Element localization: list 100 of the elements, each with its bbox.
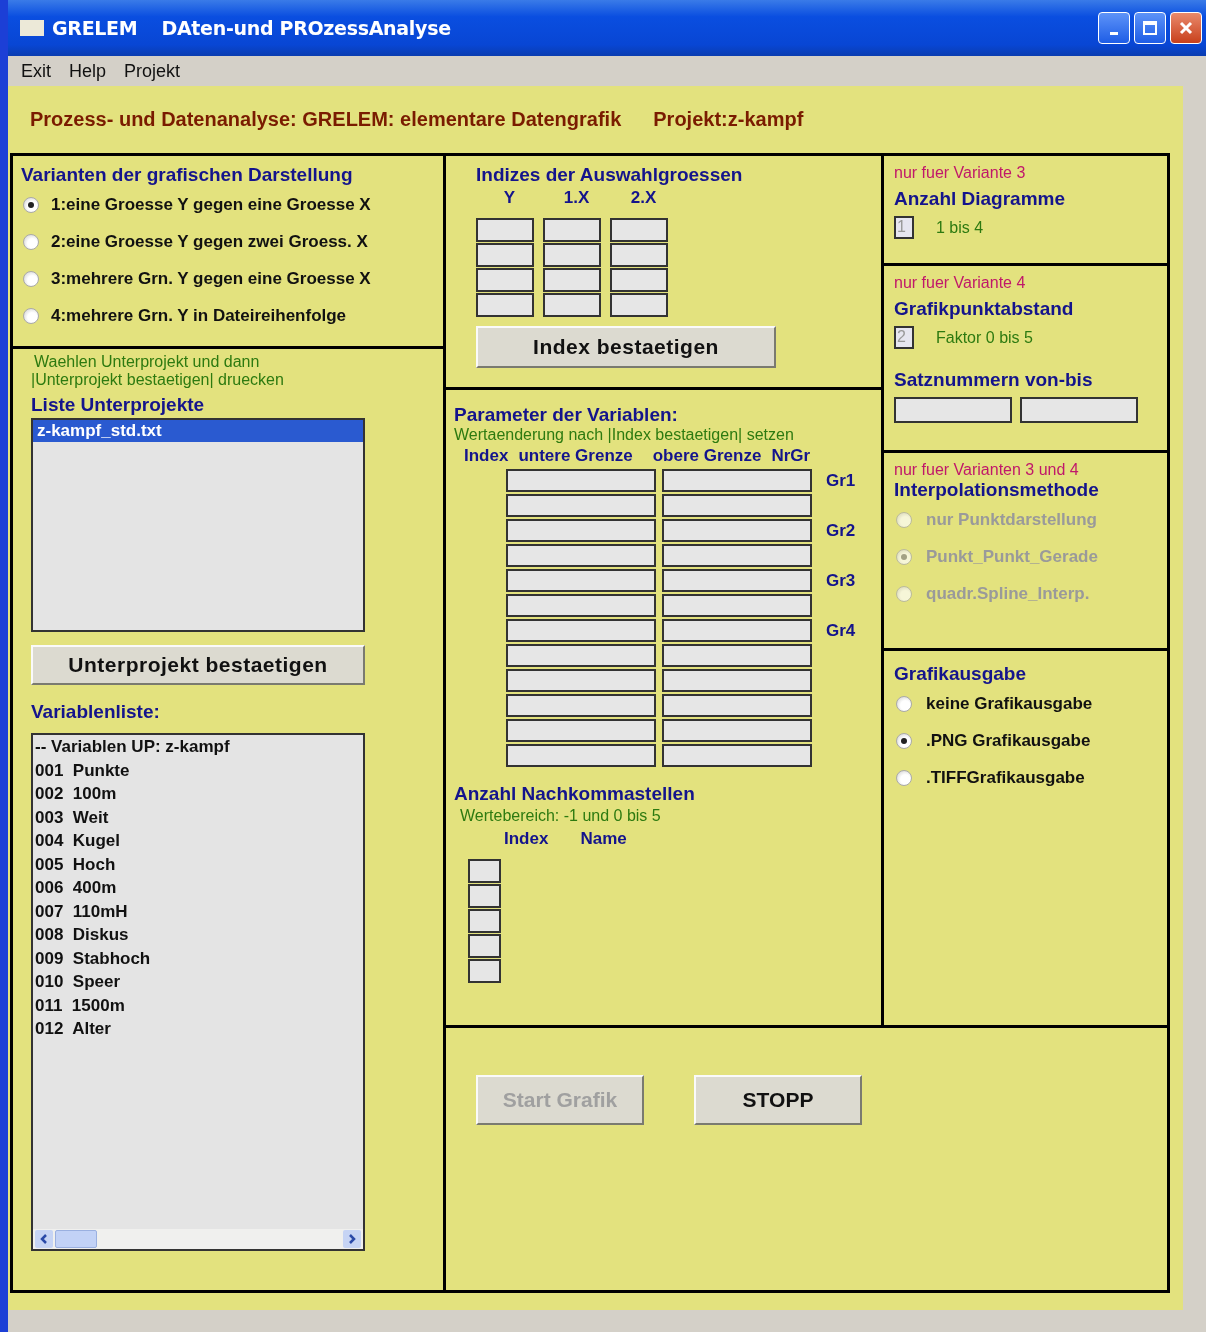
section-title: Satznummern von-bis [894,369,1094,391]
note-text: nur fuer Varianten 3 und 4 [894,461,1080,479]
list-item[interactable]: 007 110mH [35,901,361,925]
index-field[interactable] [543,243,601,267]
upper-limit-field[interactable] [662,469,812,492]
record-from-field[interactable] [894,397,1012,423]
list-item[interactable]: 011 1500m [35,995,361,1019]
upper-limit-field[interactable] [662,694,812,717]
index-field[interactable] [543,293,601,317]
index-field[interactable] [476,218,534,242]
list-item[interactable]: 001 Punkte [35,760,361,784]
section-title: Grafikpunktabstand [894,298,1075,320]
horizontal-scrollbar[interactable] [33,1229,363,1249]
option-label: Punkt_Punkt_Gerade [926,546,1098,567]
lower-limit-field[interactable] [506,719,656,742]
index-field[interactable] [610,293,668,317]
scroll-thumb[interactable] [55,1230,97,1248]
column-header: untere Grenze [518,446,633,466]
decimals-field[interactable] [468,959,501,983]
radio-button[interactable] [23,270,39,287]
record-to-field[interactable] [1020,397,1138,423]
maximize-button[interactable] [1134,12,1166,44]
radio-button[interactable] [23,196,39,213]
group-label: Gr1 [826,470,856,491]
group-label: Gr2 [826,520,856,541]
index-field[interactable] [610,243,668,267]
decimals-field[interactable] [468,884,501,908]
list-item[interactable]: 010 Speer [35,972,361,996]
upper-limit-field[interactable] [662,669,812,692]
minimize-icon [1110,31,1118,35]
radio-button[interactable] [23,233,39,250]
list-item[interactable]: 003 Weit [35,807,361,831]
window-icon [20,20,44,36]
list-item[interactable]: 004 Kugel [35,831,361,855]
lower-limit-field[interactable] [506,544,656,567]
range-text: Faktor 0 bis 5 [936,328,1033,347]
lower-limit-field[interactable] [506,494,656,517]
upper-limit-field[interactable] [662,619,812,642]
list-item[interactable]: z-kampf_std.txt [33,420,363,442]
list-item[interactable]: 008 Diskus [35,925,361,949]
stop-button[interactable]: STOPP [694,1075,862,1125]
upper-limit-field[interactable] [662,494,812,517]
index-field[interactable] [543,268,601,292]
section-title: Variablenliste: [31,701,161,723]
hint-text: Waehlen Unterprojekt und dann [33,353,261,371]
lower-limit-field[interactable] [506,619,656,642]
list-item[interactable]: 002 100m [35,784,361,808]
decimals-field[interactable] [468,909,501,933]
lower-limit-field[interactable] [506,669,656,692]
column-header: Index [464,446,509,466]
list-item[interactable]: 012 Alter [35,1019,361,1043]
list-item[interactable]: 009 Stabhoch [35,948,361,972]
menu-item[interactable]: Exit [21,60,51,82]
window-title: DAten-und PROzessAnalyse [161,17,451,39]
section-title: Indizes der Auswahlgroessen [476,164,744,186]
list-item[interactable]: 005 Hoch [35,854,361,878]
lower-limit-field[interactable] [506,694,656,717]
list-item[interactable]: 006 400m [35,878,361,902]
decimals-field[interactable] [468,859,501,883]
minimize-button[interactable] [1098,12,1130,44]
index-field[interactable] [476,293,534,317]
column-header: 1.X [562,188,591,208]
upper-limit-field[interactable] [662,544,812,567]
index-field[interactable] [476,243,534,267]
hint-text: |Unterprojekt bestaetigen| druecken [31,371,285,389]
section-title: Grafikausgabe [894,663,1027,685]
lower-limit-field[interactable] [506,644,656,667]
index-field[interactable] [610,268,668,292]
upper-limit-field[interactable] [662,569,812,592]
upper-limit-field[interactable] [662,594,812,617]
list-item[interactable]: -- Variablen UP: z-kampf [35,737,361,761]
menu-item[interactable]: Projekt [124,60,181,82]
upper-limit-field[interactable] [662,519,812,542]
radio-button[interactable] [896,732,912,749]
scroll-left-icon[interactable] [35,1230,53,1248]
confirm-index-button[interactable]: Index bestaetigen [476,326,776,368]
app-name: GRELEM [52,17,138,39]
index-field[interactable] [476,268,534,292]
index-field[interactable] [543,218,601,242]
menu-item[interactable]: Help [69,60,107,82]
confirm-subproject-button[interactable]: Unterprojekt bestaetigen [31,645,365,685]
lower-limit-field[interactable] [506,594,656,617]
lower-limit-field[interactable] [506,519,656,542]
section-title: Anzahl Diagramme [894,188,1067,210]
upper-limit-field[interactable] [662,744,812,767]
upper-limit-field[interactable] [662,644,812,667]
radio-button[interactable] [896,695,912,712]
radio-button[interactable] [896,769,912,786]
close-button[interactable] [1170,12,1202,44]
column-header: obere Grenze [652,446,762,466]
option-label: .TIFFGrafikausgabe [926,767,1085,788]
upper-limit-field[interactable] [662,719,812,742]
lower-limit-field[interactable] [506,569,656,592]
index-field[interactable] [610,218,668,242]
scroll-right-icon[interactable] [343,1230,361,1248]
lower-limit-field[interactable] [506,469,656,492]
radio-button[interactable] [23,307,39,324]
option-label: .PNG Grafikausgabe [926,730,1091,751]
decimals-field[interactable] [468,934,501,958]
lower-limit-field[interactable] [506,744,656,767]
